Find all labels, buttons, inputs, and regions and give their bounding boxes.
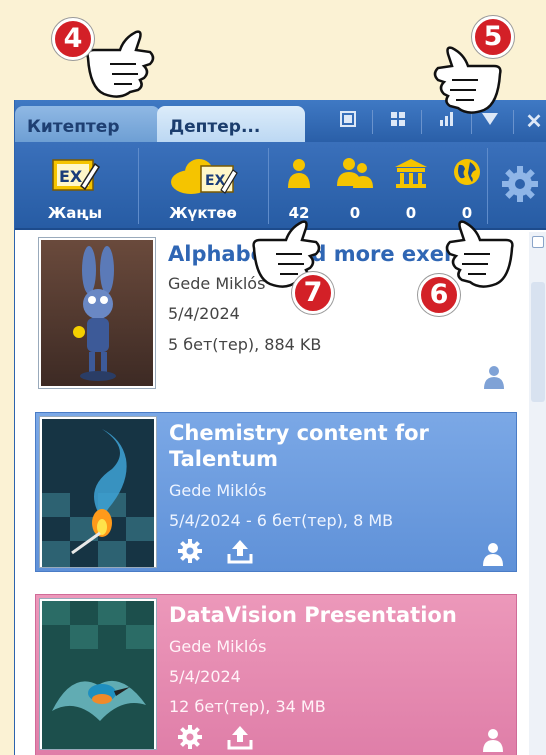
download-label: Жүктөө — [169, 204, 237, 222]
scroll-up-arrow[interactable] — [532, 236, 544, 248]
count-user[interactable]: 42 — [269, 142, 329, 230]
upload-icon[interactable] — [226, 537, 254, 565]
document-date: 5/4/2024 — [168, 304, 240, 323]
document-date: 5/4/2024 — [169, 667, 241, 686]
document-title-line1: Chemistry content for — [169, 421, 429, 445]
kingfisher-splash-image — [42, 601, 154, 749]
document-title-line2: Talentum — [169, 447, 279, 471]
close-icon[interactable]: ✕ — [521, 110, 546, 134]
chemistry-smoke-image — [42, 419, 154, 567]
owner-user-icon — [484, 366, 504, 389]
document-title: DataVision Presentation — [169, 603, 457, 627]
count-institution-value: 0 — [405, 204, 417, 222]
document-info: 12 бет(тер), 34 MB — [169, 697, 326, 716]
svg-text:EX: EX — [59, 167, 83, 186]
count-group-value: 0 — [349, 204, 361, 222]
bunny-figure-image — [73, 246, 116, 381]
new-notebook-icon: EX — [52, 159, 101, 191]
count-group[interactable]: 0 — [325, 142, 385, 230]
upload-icon[interactable] — [226, 723, 254, 751]
user-icon — [288, 159, 310, 188]
list-item[interactable]: Chemistry content for Talentum Gede Mikl… — [35, 412, 517, 572]
gear-icon — [502, 166, 538, 202]
group-icon — [337, 158, 373, 188]
scroll-thumb[interactable] — [531, 282, 545, 402]
tab-notebooks[interactable]: Дептер... — [157, 106, 305, 142]
gear-icon[interactable] — [176, 537, 204, 565]
count-institution[interactable]: 0 — [381, 142, 441, 230]
document-info: 5/4/2024 - 6 бет(тер), 8 MB — [169, 511, 394, 530]
notebook-window: Китептер Дептер... ✕ EX Жаңы EX Жүктөө 4… — [14, 100, 546, 755]
document-author: Gede Miklós — [169, 637, 267, 656]
owner-user-icon — [483, 729, 503, 752]
cover-thumbnail — [40, 417, 156, 567]
document-author: Gede Miklós — [169, 481, 267, 500]
count-globe[interactable]: 0 — [437, 142, 497, 230]
callout-badge: 4 — [52, 18, 94, 60]
new-label: Жаңы — [47, 204, 103, 222]
toolbar: EX Жаңы EX Жүктөө 42 0 0 0 — [15, 142, 546, 230]
gear-icon[interactable] — [176, 723, 204, 751]
layout-single-icon[interactable] — [335, 110, 361, 134]
scrollbar[interactable] — [529, 232, 546, 755]
settings-button[interactable] — [493, 142, 546, 230]
callout-badge: 7 — [292, 272, 334, 314]
tab-books[interactable]: Китептер — [15, 106, 160, 142]
download-button[interactable]: EX Жүктөө — [143, 142, 263, 230]
new-button[interactable]: EX Жаңы — [15, 142, 135, 230]
cloud-download-icon: EX — [171, 159, 238, 194]
cover-thumbnail — [39, 238, 155, 388]
callout-badge: 5 — [472, 16, 514, 58]
document-info: 5 бет(тер), 884 KB — [168, 335, 322, 354]
globe-icon — [454, 159, 480, 185]
list-item[interactable]: DataVision Presentation Gede Miklós 5/4/… — [35, 594, 517, 755]
owner-user-icon — [483, 543, 503, 566]
grid-icon[interactable] — [385, 110, 411, 134]
callout-badge: 6 — [418, 274, 460, 316]
institution-icon — [395, 159, 427, 188]
cover-thumbnail — [40, 599, 156, 749]
